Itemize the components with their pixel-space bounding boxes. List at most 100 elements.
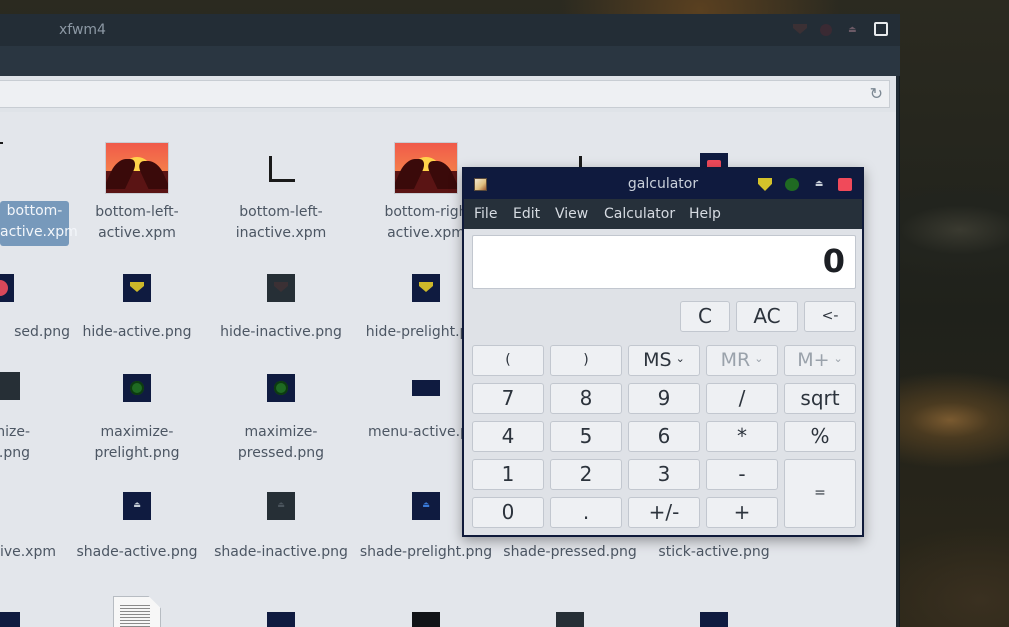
shade-button[interactable]: ⏏	[848, 24, 860, 36]
chevron-down-icon: ⌄	[833, 352, 843, 365]
hide-thumbnail	[123, 274, 151, 302]
maximize-thumbnail	[123, 374, 151, 402]
hide-icon	[130, 282, 144, 292]
divide-button[interactable]: /	[706, 383, 778, 414]
corner-thumbnail	[269, 156, 295, 182]
chevron-down-icon: ⌄	[675, 352, 685, 365]
add-button[interactable]: +	[706, 497, 778, 528]
equals-button[interactable]: =	[784, 459, 856, 528]
sunset-thumbnail	[105, 142, 169, 194]
file-thumbnail	[700, 612, 728, 627]
clear-button[interactable]: C	[680, 301, 730, 332]
window-title: xfwm4	[59, 22, 106, 38]
file-label: sed.png	[14, 324, 70, 340]
sunset-thumbnail	[394, 142, 458, 194]
file-manager-toolbar	[0, 46, 900, 76]
digit-2-button[interactable]: 2	[550, 459, 622, 490]
percent-button[interactable]: %	[784, 421, 856, 452]
digit-3-button[interactable]: 3	[628, 459, 700, 490]
document-icon	[113, 596, 161, 627]
location-bar: ↻	[0, 76, 896, 112]
negate-button[interactable]: +/-	[628, 497, 700, 528]
hide-icon	[419, 282, 433, 292]
file-label: maximize- prelight.png	[94, 424, 180, 461]
location-input[interactable]: ↻	[0, 80, 890, 108]
hide-icon	[793, 24, 807, 34]
menu-view[interactable]: View	[555, 206, 588, 222]
shade-thumbnail: ⏏	[412, 492, 440, 520]
shade-icon: ⏏	[422, 500, 430, 509]
digit-5-button[interactable]: 5	[550, 421, 622, 452]
maximize-button[interactable]	[820, 24, 832, 36]
file-label: shade-pressed.png	[503, 544, 637, 560]
maximize-thumbnail	[267, 374, 295, 402]
display-value: 0	[822, 242, 845, 280]
file-label: shade-inactive.png	[214, 544, 348, 560]
maximize-icon[interactable]	[785, 178, 799, 191]
digit-1-button[interactable]: 1	[472, 459, 544, 490]
menu-bar: File Edit View Calculator Help	[464, 199, 862, 229]
shade-thumbnail: ⏏	[123, 492, 151, 520]
file-thumbnail	[0, 612, 20, 627]
calculator-display: 0	[472, 235, 856, 289]
digit-7-button[interactable]: 7	[472, 383, 544, 414]
menu-calculator[interactable]: Calculator	[604, 206, 675, 222]
reload-icon[interactable]: ↻	[870, 84, 883, 103]
file-label: shade-active.png	[76, 544, 198, 560]
file-label: bottom-left- inactive.xpm	[235, 204, 327, 241]
file-label: hide-inactive.png	[220, 324, 342, 340]
memory-store-button[interactable]: MS ⌄	[628, 345, 700, 376]
file-label: bottom- active.xpm	[0, 201, 78, 246]
hide-thumbnail	[412, 274, 440, 302]
digit-0-button[interactable]: 0	[472, 497, 544, 528]
chevron-down-icon: ⌄	[754, 352, 764, 365]
file-thumbnail	[556, 612, 584, 627]
all-clear-button[interactable]: AC	[736, 301, 798, 332]
decimal-point-button[interactable]: .	[550, 497, 622, 528]
sqrt-button[interactable]: sqrt	[784, 383, 856, 414]
corner-thumbnail	[0, 142, 3, 144]
hide-thumbnail	[267, 274, 295, 302]
file-label: mize- e.png	[0, 424, 30, 461]
maximize-icon	[130, 381, 144, 395]
digit-8-button[interactable]: 8	[550, 383, 622, 414]
shade-icon: ⏏	[277, 500, 285, 509]
file-label: maximize- pressed.png	[237, 424, 325, 461]
memory-add-label: M+	[797, 349, 830, 371]
menu-help[interactable]: Help	[689, 206, 721, 222]
file-label: stick-active.png	[658, 544, 770, 560]
memory-add-button[interactable]: M+ ⌄	[784, 345, 856, 376]
close-icon[interactable]	[838, 178, 852, 191]
shade-icon: ⏏	[133, 500, 141, 509]
file-thumbnail	[267, 612, 295, 627]
multiply-button[interactable]: *	[706, 421, 778, 452]
digit-9-button[interactable]: 9	[628, 383, 700, 414]
file-label: tive.xpm	[0, 544, 56, 560]
right-paren-button[interactable]: )	[550, 345, 622, 376]
menu-file[interactable]: File	[474, 206, 497, 222]
hide-thumbnail	[0, 274, 14, 302]
left-paren-button[interactable]: (	[472, 345, 544, 376]
hide-button[interactable]	[793, 24, 807, 36]
memory-store-label: MS	[643, 349, 672, 371]
file-label: bottom-left- active.xpm	[95, 204, 179, 241]
subtract-button[interactable]: -	[706, 459, 778, 490]
digit-6-button[interactable]: 6	[628, 421, 700, 452]
shade-thumbnail: ⏏	[267, 492, 295, 520]
maximize-icon	[274, 381, 288, 395]
memory-recall-label: MR	[720, 349, 751, 371]
hide-icon	[274, 282, 288, 292]
shade-icon[interactable]: ⏏	[812, 178, 826, 191]
memory-recall-button[interactable]: MR ⌄	[706, 345, 778, 376]
calculator-window: galculator ⏏ File Edit View Calculator H…	[462, 167, 864, 537]
menu-edit[interactable]: Edit	[513, 206, 540, 222]
close-button[interactable]	[874, 22, 888, 36]
digit-4-button[interactable]: 4	[472, 421, 544, 452]
file-thumbnail	[412, 612, 440, 627]
pressed-icon	[0, 280, 8, 296]
menu-thumbnail	[412, 380, 440, 396]
backspace-button[interactable]: <-	[804, 301, 856, 332]
file-manager-titlebar[interactable]: xfwm4 ⏏	[0, 14, 900, 46]
file-label: shade-prelight.png	[359, 544, 493, 560]
calculator-titlebar[interactable]: galculator ⏏	[464, 169, 862, 199]
